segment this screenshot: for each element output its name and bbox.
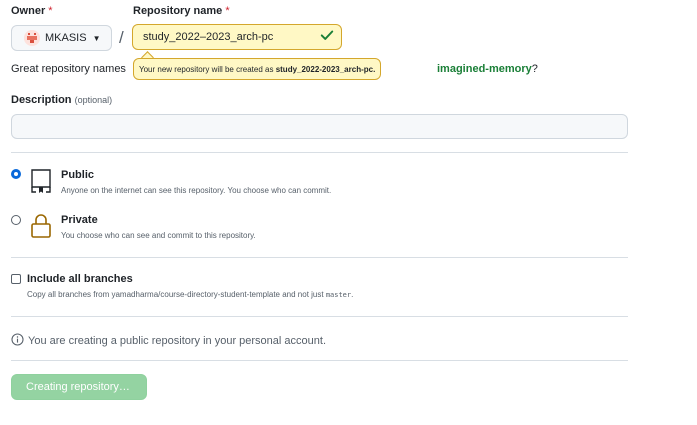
description-label: Description (optional): [11, 94, 113, 106]
repository-name-input[interactable]: [132, 24, 342, 50]
owner-name: MKASIS: [45, 32, 87, 44]
repository-name-label: Repository name *: [133, 5, 230, 17]
caret-down-icon: ▼: [92, 33, 101, 43]
description-input[interactable]: [11, 114, 628, 139]
info-icon: [11, 333, 24, 349]
create-repository-button[interactable]: Creating repository…: [11, 374, 147, 400]
name-suggestion: imagined-memory?: [437, 63, 538, 75]
repository-name-tooltip: Your new repository will be created as s…: [133, 58, 382, 80]
public-title: Public: [61, 169, 95, 181]
repo-icon: [30, 168, 52, 199]
include-branches-description: Copy all branches from yamadharma/course…: [27, 290, 354, 299]
divider: [11, 360, 628, 361]
visibility-info: You are creating a public repository in …: [11, 333, 326, 349]
public-radio[interactable]: [11, 169, 21, 179]
owner-select-button[interactable]: MKASIS ▼: [11, 25, 112, 51]
divider: [11, 316, 628, 317]
owner-label: Owner *: [11, 5, 53, 17]
private-description: You choose who can see and commit to thi…: [61, 231, 256, 240]
public-description: Anyone on the internet can see this repo…: [61, 186, 332, 195]
check-icon: [320, 28, 334, 47]
private-radio[interactable]: [11, 215, 21, 225]
include-branches-title: Include all branches: [27, 273, 133, 285]
include-branches-checkbox[interactable]: [11, 274, 21, 284]
divider: [11, 257, 628, 258]
divider: [11, 152, 628, 153]
branch-code: master: [325, 291, 352, 299]
naming-hint-text: Great repository names: [11, 63, 126, 75]
private-title: Private: [61, 214, 98, 226]
suggested-name-link[interactable]: imagined-memory: [437, 63, 532, 75]
owner-avatar: [24, 30, 40, 46]
lock-icon: [30, 213, 52, 244]
path-separator: /: [119, 28, 124, 47]
